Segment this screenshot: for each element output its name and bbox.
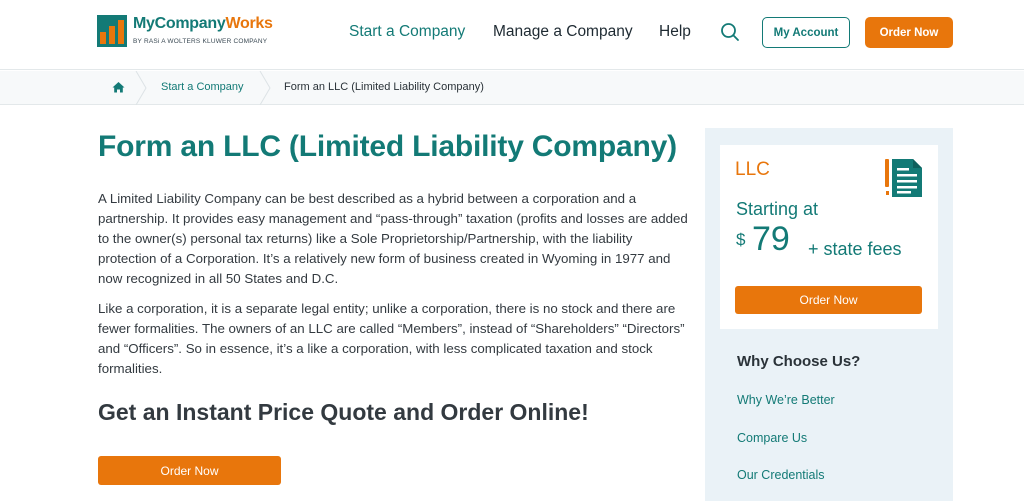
why-link-compare[interactable]: Compare Us xyxy=(737,431,807,445)
breadcrumb-current: Form an LLC (Limited Liability Company) xyxy=(284,81,484,93)
site-header: MyCompanyWorks BY RASi A WOLTERS KLUWER … xyxy=(0,0,1024,70)
nav-manage-company[interactable]: Manage a Company xyxy=(493,23,633,41)
my-account-button[interactable]: My Account xyxy=(762,17,850,48)
why-link-credentials[interactable]: Our Credentials xyxy=(737,468,825,482)
breadcrumb-start-company[interactable]: Start a Company xyxy=(161,81,244,93)
why-choose-us-heading: Why Choose Us? xyxy=(737,353,861,370)
quote-heading: Get an Instant Price Quote and Order Onl… xyxy=(98,399,589,425)
header-order-now-button[interactable]: Order Now xyxy=(865,17,953,48)
document-icon xyxy=(885,159,922,197)
price-card-amount: 79 xyxy=(752,220,790,258)
price-card-order-now-button[interactable]: Order Now xyxy=(735,286,922,314)
page-title: Form an LLC (Limited Liability Company) xyxy=(98,130,677,163)
breadcrumb: Start a Company Form an LLC (Limited Lia… xyxy=(0,71,1024,105)
why-link-better[interactable]: Why We’re Better xyxy=(737,393,835,407)
price-card-type: LLC xyxy=(735,159,770,180)
intro-paragraph: A Limited Liability Company can be best … xyxy=(98,191,688,286)
logo-wordmark: MyCompanyWorks xyxy=(133,15,273,32)
search-icon[interactable] xyxy=(719,21,741,43)
nav-start-company[interactable]: Start a Company xyxy=(349,23,465,41)
nav-help[interactable]: Help xyxy=(659,23,691,41)
breadcrumb-separator-icon xyxy=(135,71,147,105)
logo-mark-icon xyxy=(97,15,127,47)
breadcrumb-separator-icon xyxy=(259,71,271,105)
price-card-fees: + state fees xyxy=(808,239,902,259)
home-icon[interactable] xyxy=(111,80,126,95)
price-card-currency: $ xyxy=(736,230,746,249)
logo[interactable]: MyCompanyWorks BY RASi A WOLTERS KLUWER … xyxy=(97,15,273,49)
price-card-starting-label: Starting at xyxy=(736,199,819,219)
comparison-paragraph: Like a corporation, it is a separate leg… xyxy=(98,301,685,376)
main-order-now-button[interactable]: Order Now xyxy=(98,456,281,485)
logo-tagline: BY RASi A WOLTERS KLUWER COMPANY xyxy=(133,38,268,45)
